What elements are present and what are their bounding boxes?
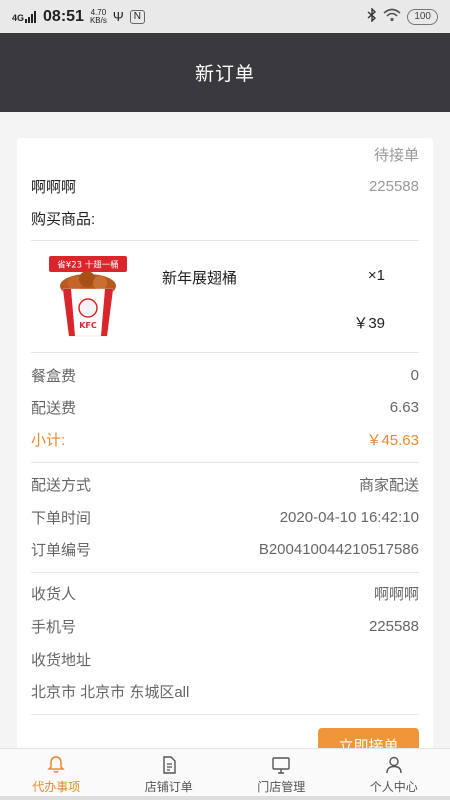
product-price: ￥39 <box>353 315 385 332</box>
fee-value: 0 <box>410 367 419 384</box>
subtotal-row: 小计: ￥45.63 <box>31 429 419 450</box>
product-quantity: ×1 <box>367 267 385 284</box>
tab-label: 个人中心 <box>369 780 418 794</box>
divider <box>31 462 419 463</box>
delivery-method-label: 配送方式 <box>31 477 92 494</box>
product-image: 省¥23 十翅一桶 KFC <box>49 256 127 338</box>
customer-name: 啊啊啊 <box>31 179 77 196</box>
signal-icon: 4G <box>12 10 37 23</box>
order-code: 225588 <box>368 178 419 195</box>
goods-label: 购买商品: <box>31 211 96 228</box>
divider <box>31 352 419 353</box>
status-bar-right: 100 <box>367 6 438 26</box>
customer-row: 啊啊啊 225588 <box>31 176 419 197</box>
battery-indicator: 100 <box>407 8 438 25</box>
phone-row: 手机号 225588 <box>31 616 419 637</box>
order-number-value: B200410044210517586 <box>258 541 419 558</box>
tab-label: 店铺订单 <box>144 780 193 794</box>
phone-value: 225588 <box>368 618 419 635</box>
order-time-row: 下单时间 2020-04-10 16:42:10 <box>31 507 419 528</box>
network-type: 4G <box>12 12 25 23</box>
delivery-method-value: 商家配送 <box>358 477 419 494</box>
bluetooth-icon <box>367 6 377 26</box>
order-number-label: 订单编号 <box>31 542 92 559</box>
net-speed-unit: KB/s <box>89 15 107 25</box>
product-image-label: 省¥23 十翅一桶 <box>57 260 118 271</box>
person-icon <box>386 756 402 774</box>
document-icon <box>163 756 176 774</box>
status-bar-left: 4G 08:51 4.70 KB/s Ψ N <box>12 8 145 26</box>
fee-label: 餐盒费 <box>31 368 77 385</box>
subtotal-value: ￥45.63 <box>366 432 419 449</box>
order-card: 待接单 啊啊啊 225588 购买商品: 省¥23 十翅一桶 KFC 新年展翅桶… <box>17 138 433 758</box>
order-time-label: 下单时间 <box>31 510 92 527</box>
tab-profile[interactable]: 个人中心 <box>338 749 450 800</box>
divider <box>31 572 419 573</box>
fee-value: 6.63 <box>389 399 419 416</box>
receiver-label: 收货人 <box>31 586 77 603</box>
tab-todo[interactable]: 代办事项 <box>0 749 113 800</box>
status-bar: 4G 08:51 4.70 KB/s Ψ N 100 <box>0 0 450 33</box>
address-label: 收货地址 <box>31 652 92 669</box>
order-status: 待接单 <box>373 147 419 164</box>
page-header: 新订单 <box>0 33 450 112</box>
phone-label: 手机号 <box>31 619 77 636</box>
notification-badge: N <box>129 9 145 24</box>
address-label-row: 收货地址 <box>31 649 419 670</box>
bottom-strip <box>0 796 450 800</box>
address-value: 北京市 北京市 东城区all <box>31 684 190 701</box>
receiver-value: 啊啊啊 <box>373 586 419 603</box>
goods-label-row: 购买商品: <box>31 208 419 229</box>
divider <box>31 714 419 715</box>
fee-row-box: 餐盒费 0 <box>31 365 419 386</box>
monitor-icon <box>272 757 290 774</box>
product-image-brand: KFC <box>79 321 97 330</box>
fee-row-delivery: 配送费 6.63 <box>31 397 419 418</box>
net-speed: 4.70 KB/s <box>89 8 107 25</box>
tab-store-orders[interactable]: 店铺订单 <box>113 749 226 800</box>
wifi-icon <box>383 8 401 26</box>
tab-store-management[interactable]: 门店管理 <box>225 749 338 800</box>
address-value-row: 北京市 北京市 东城区all <box>31 681 419 702</box>
tab-label: 代办事项 <box>32 780 81 794</box>
usb-icon: Ψ <box>112 9 124 24</box>
order-number-row: 订单编号 B200410044210517586 <box>31 539 419 560</box>
order-time-value: 2020-04-10 16:42:10 <box>279 509 419 526</box>
page-title: 新订单 <box>194 64 255 85</box>
bell-icon <box>47 756 66 773</box>
order-status-row: 待接单 <box>31 144 419 165</box>
delivery-method-row: 配送方式 商家配送 <box>31 474 419 495</box>
divider <box>31 240 419 241</box>
product-name: 新年展翅桶 <box>162 270 238 287</box>
clock: 08:51 <box>43 7 84 25</box>
tab-label: 门店管理 <box>257 780 306 794</box>
fee-label: 配送费 <box>31 400 77 417</box>
bottom-tab-bar: 代办事项 店铺订单 门店管理 个人中心 <box>0 748 450 800</box>
receiver-row: 收货人 啊啊啊 <box>31 583 419 604</box>
subtotal-label: 小计: <box>31 432 66 449</box>
